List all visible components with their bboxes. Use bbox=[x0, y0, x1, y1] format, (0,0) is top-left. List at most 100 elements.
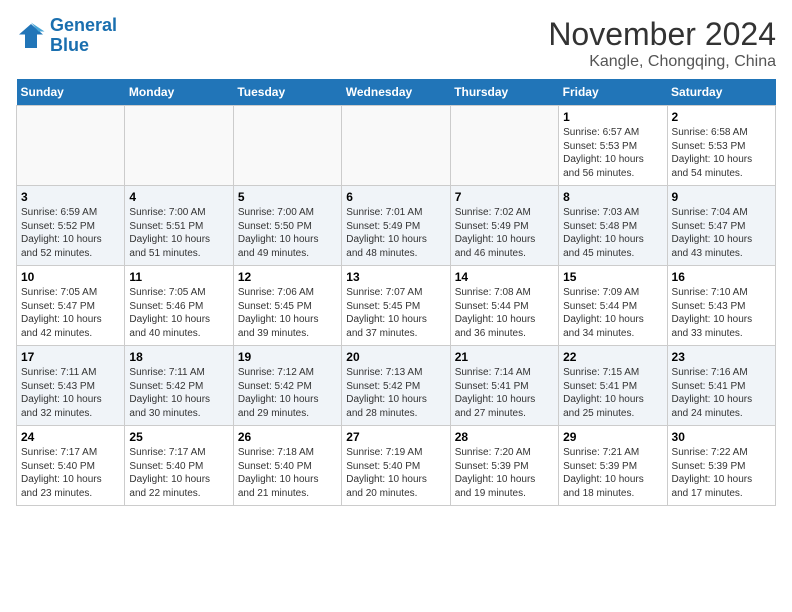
day-info: Sunrise: 7:06 AM Sunset: 5:45 PM Dayligh… bbox=[238, 286, 337, 340]
day-number: 2 bbox=[672, 110, 771, 124]
day-info: Sunrise: 6:58 AM Sunset: 5:53 PM Dayligh… bbox=[672, 126, 771, 180]
calendar-cell: 23Sunrise: 7:16 AM Sunset: 5:41 PM Dayli… bbox=[667, 346, 775, 426]
calendar-cell: 3Sunrise: 6:59 AM Sunset: 5:52 PM Daylig… bbox=[17, 186, 125, 266]
day-info: Sunrise: 7:05 AM Sunset: 5:46 PM Dayligh… bbox=[129, 286, 228, 340]
day-number: 15 bbox=[563, 270, 662, 284]
day-number: 20 bbox=[346, 350, 445, 364]
day-info: Sunrise: 7:21 AM Sunset: 5:39 PM Dayligh… bbox=[563, 446, 662, 500]
calendar-cell: 12 Sunrise: 7:06 AM Sunset: 5:45 PM Dayli… bbox=[233, 266, 341, 346]
day-number: 26 bbox=[238, 430, 337, 444]
day-info: Sunrise: 7:00 AM Sunset: 5:50 PM Dayligh… bbox=[238, 206, 337, 260]
calendar-cell: 6 Sunrise: 7:01 AM Sunset: 5:49 PM Daylig… bbox=[342, 186, 450, 266]
day-info: Sunrise: 7:22 AM Sunset: 5:39 PM Dayligh… bbox=[672, 446, 771, 500]
day-number: 8 bbox=[563, 190, 662, 204]
logo-line2: Blue bbox=[50, 35, 89, 55]
day-number: 16 bbox=[672, 270, 771, 284]
day-number: 28 bbox=[455, 430, 554, 444]
logo-line1: General bbox=[50, 15, 117, 35]
weekday-header: Tuesday bbox=[233, 79, 341, 106]
calendar-cell: 9Sunrise: 7:04 AM Sunset: 5:47 PM Daylig… bbox=[667, 186, 775, 266]
calendar-cell bbox=[233, 106, 341, 186]
day-number: 6 bbox=[346, 190, 445, 204]
title-block: November 2024 Kangle, Chongqing, China bbox=[548, 16, 776, 71]
day-info: Sunrise: 6:57 AM Sunset: 5:53 PM Dayligh… bbox=[563, 126, 662, 180]
calendar-cell bbox=[450, 106, 558, 186]
calendar-cell: 11 Sunrise: 7:05 AM Sunset: 5:46 PM Dayli… bbox=[125, 266, 233, 346]
weekday-header: Friday bbox=[559, 79, 667, 106]
logo: General Blue bbox=[16, 16, 117, 56]
day-number: 24 bbox=[21, 430, 120, 444]
day-number: 29 bbox=[563, 430, 662, 444]
calendar-week-row: 24Sunrise: 7:17 AM Sunset: 5:40 PM Dayli… bbox=[17, 426, 776, 506]
calendar-cell: 26Sunrise: 7:18 AM Sunset: 5:40 PM Dayli… bbox=[233, 426, 341, 506]
day-number: 30 bbox=[672, 430, 771, 444]
day-number: 7 bbox=[455, 190, 554, 204]
weekday-header-row: SundayMondayTuesdayWednesdayThursdayFrid… bbox=[17, 79, 776, 106]
calendar-cell bbox=[342, 106, 450, 186]
day-info: Sunrise: 7:15 AM Sunset: 5:41 PM Dayligh… bbox=[563, 366, 662, 420]
day-number: 3 bbox=[21, 190, 120, 204]
day-info: Sunrise: 7:02 AM Sunset: 5:49 PM Dayligh… bbox=[455, 206, 554, 260]
day-number: 25 bbox=[129, 430, 228, 444]
day-number: 4 bbox=[129, 190, 228, 204]
day-number: 14 bbox=[455, 270, 554, 284]
calendar-cell: 28Sunrise: 7:20 AM Sunset: 5:39 PM Dayli… bbox=[450, 426, 558, 506]
day-number: 19 bbox=[238, 350, 337, 364]
day-info: Sunrise: 7:01 AM Sunset: 5:49 PM Dayligh… bbox=[346, 206, 445, 260]
day-info: Sunrise: 7:19 AM Sunset: 5:40 PM Dayligh… bbox=[346, 446, 445, 500]
calendar-week-row: 17 Sunrise: 7:11 AM Sunset: 5:43 PM Dayli… bbox=[17, 346, 776, 426]
day-number: 21 bbox=[455, 350, 554, 364]
day-info: Sunrise: 7:10 AM Sunset: 5:43 PM Dayligh… bbox=[672, 286, 771, 340]
calendar-cell: 20 Sunrise: 7:13 AM Sunset: 5:42 PM Dayli… bbox=[342, 346, 450, 426]
day-number: 12 bbox=[238, 270, 337, 284]
day-number: 5 bbox=[238, 190, 337, 204]
calendar-cell: 5 Sunrise: 7:00 AM Sunset: 5:50 PM Daylig… bbox=[233, 186, 341, 266]
calendar-week-row: 3Sunrise: 6:59 AM Sunset: 5:52 PM Daylig… bbox=[17, 186, 776, 266]
weekday-header: Monday bbox=[125, 79, 233, 106]
day-number: 18 bbox=[129, 350, 228, 364]
calendar-week-row: 10Sunrise: 7:05 AM Sunset: 5:47 PM Dayli… bbox=[17, 266, 776, 346]
calendar-cell: 17 Sunrise: 7:11 AM Sunset: 5:43 PM Dayli… bbox=[17, 346, 125, 426]
day-number: 11 bbox=[129, 270, 228, 284]
calendar-cell: 21 Sunrise: 7:14 AM Sunset: 5:41 PM Dayli… bbox=[450, 346, 558, 426]
day-info: Sunrise: 7:05 AM Sunset: 5:47 PM Dayligh… bbox=[21, 286, 120, 340]
weekday-header: Wednesday bbox=[342, 79, 450, 106]
calendar-cell: 16 Sunrise: 7:10 AM Sunset: 5:43 PM Dayli… bbox=[667, 266, 775, 346]
calendar-cell: 25Sunrise: 7:17 AM Sunset: 5:40 PM Dayli… bbox=[125, 426, 233, 506]
calendar-cell bbox=[17, 106, 125, 186]
calendar-title: November 2024 bbox=[548, 16, 776, 53]
day-number: 9 bbox=[672, 190, 771, 204]
calendar-cell: 7 Sunrise: 7:02 AM Sunset: 5:49 PM Daylig… bbox=[450, 186, 558, 266]
calendar-cell: 18 Sunrise: 7:11 AM Sunset: 5:42 PM Dayli… bbox=[125, 346, 233, 426]
calendar-cell: 8Sunrise: 7:03 AM Sunset: 5:48 PM Daylig… bbox=[559, 186, 667, 266]
calendar-cell: 10Sunrise: 7:05 AM Sunset: 5:47 PM Dayli… bbox=[17, 266, 125, 346]
day-info: Sunrise: 7:11 AM Sunset: 5:42 PM Dayligh… bbox=[129, 366, 228, 420]
day-number: 13 bbox=[346, 270, 445, 284]
calendar-week-row: 1Sunrise: 6:57 AM Sunset: 5:53 PM Daylig… bbox=[17, 106, 776, 186]
day-info: Sunrise: 7:11 AM Sunset: 5:43 PM Dayligh… bbox=[21, 366, 120, 420]
weekday-header: Saturday bbox=[667, 79, 775, 106]
logo-text: General Blue bbox=[50, 16, 117, 56]
day-info: Sunrise: 7:09 AM Sunset: 5:44 PM Dayligh… bbox=[563, 286, 662, 340]
day-info: Sunrise: 7:12 AM Sunset: 5:42 PM Dayligh… bbox=[238, 366, 337, 420]
calendar-cell: 30 Sunrise: 7:22 AM Sunset: 5:39 PM Dayli… bbox=[667, 426, 775, 506]
calendar-subtitle: Kangle, Chongqing, China bbox=[548, 53, 776, 71]
day-info: Sunrise: 7:13 AM Sunset: 5:42 PM Dayligh… bbox=[346, 366, 445, 420]
weekday-header: Sunday bbox=[17, 79, 125, 106]
calendar-cell: 4 Sunrise: 7:00 AM Sunset: 5:51 PM Daylig… bbox=[125, 186, 233, 266]
calendar-cell: 19 Sunrise: 7:12 AM Sunset: 5:42 PM Dayli… bbox=[233, 346, 341, 426]
page-header: General Blue November 2024 Kangle, Chong… bbox=[16, 16, 776, 71]
calendar-table: SundayMondayTuesdayWednesdayThursdayFrid… bbox=[16, 79, 776, 506]
day-info: Sunrise: 7:14 AM Sunset: 5:41 PM Dayligh… bbox=[455, 366, 554, 420]
weekday-header: Thursday bbox=[450, 79, 558, 106]
day-info: Sunrise: 7:07 AM Sunset: 5:45 PM Dayligh… bbox=[346, 286, 445, 340]
calendar-cell: 22 Sunrise: 7:15 AM Sunset: 5:41 PM Dayli… bbox=[559, 346, 667, 426]
calendar-cell: 27Sunrise: 7:19 AM Sunset: 5:40 PM Dayli… bbox=[342, 426, 450, 506]
day-info: Sunrise: 7:00 AM Sunset: 5:51 PM Dayligh… bbox=[129, 206, 228, 260]
logo-icon bbox=[16, 21, 46, 51]
day-number: 17 bbox=[21, 350, 120, 364]
calendar-cell: 13 Sunrise: 7:07 AM Sunset: 5:45 PM Dayli… bbox=[342, 266, 450, 346]
calendar-cell bbox=[125, 106, 233, 186]
calendar-cell: 24Sunrise: 7:17 AM Sunset: 5:40 PM Dayli… bbox=[17, 426, 125, 506]
day-number: 22 bbox=[563, 350, 662, 364]
